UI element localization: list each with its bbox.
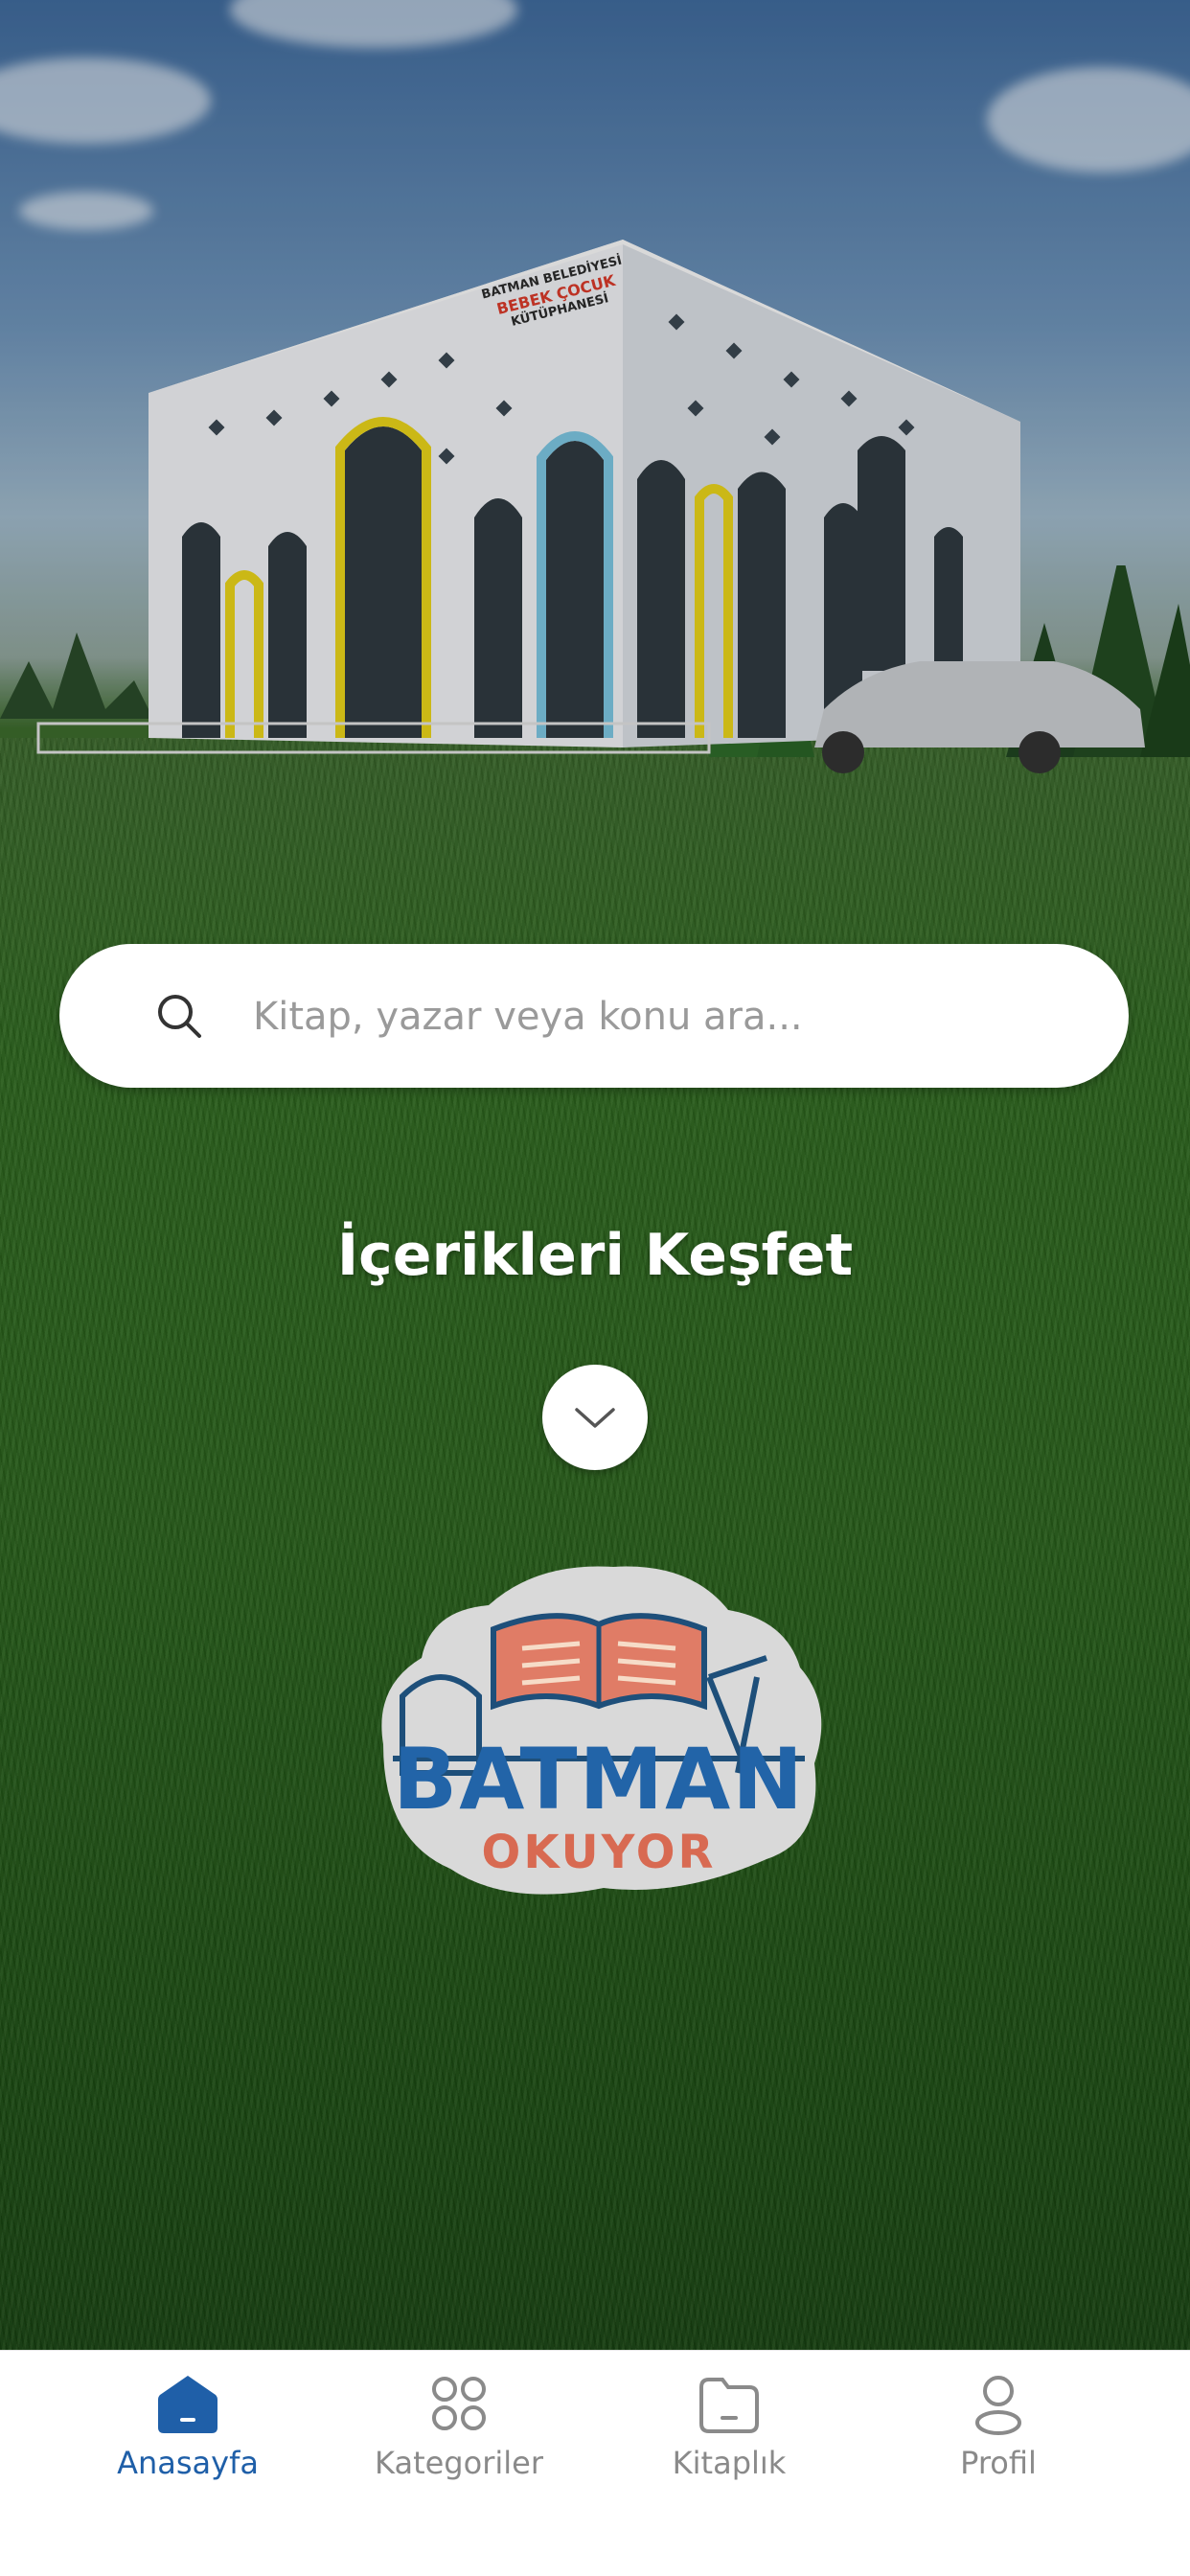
- nav-label-anasayfa: Anasayfa: [117, 2445, 259, 2481]
- nav-item-kategoriler[interactable]: Kategoriler: [334, 2351, 584, 2533]
- bottom-nav: Anasayfa Kategoriler Kitaplık Profil: [0, 2350, 1190, 2576]
- hero-background: BATMAN BELEDİYESİ BEBEK ÇOCUK KÜTÜPHANES…: [0, 0, 1190, 2350]
- nav-label-profil: Profil: [960, 2445, 1037, 2481]
- home-screen: BATMAN BELEDİYESİ BEBEK ÇOCUK KÜTÜPHANES…: [0, 0, 1190, 2576]
- nav-item-anasayfa[interactable]: Anasayfa: [63, 2351, 312, 2533]
- search-icon: [158, 995, 201, 1038]
- discover-title: İçerikleri Keşfet: [336, 1222, 854, 1289]
- batman-okuyor-logo: BATMAN OKUYOR: [364, 1552, 834, 1917]
- dark-overlay: [0, 0, 1190, 2350]
- folder-icon: [699, 2378, 759, 2433]
- home-icon: [158, 2376, 217, 2433]
- profile-icon: [975, 2376, 1021, 2435]
- nav-label-kitaplik: Kitaplık: [672, 2445, 787, 2481]
- scroll-down-button[interactable]: [542, 1365, 648, 1470]
- search-bar[interactable]: [59, 944, 1129, 1088]
- search-input[interactable]: [251, 982, 1098, 1051]
- nav-item-profil[interactable]: Profil: [874, 2351, 1123, 2533]
- chevron-down-icon: [575, 1408, 615, 1428]
- nav-item-kitaplik[interactable]: Kitaplık: [605, 2351, 854, 2533]
- logo-text-okuyor: OKUYOR: [481, 1826, 717, 1879]
- grid-icon: [432, 2377, 486, 2430]
- logo-text-batman: BATMAN: [393, 1730, 805, 1828]
- nav-label-kategoriler: Kategoriler: [375, 2445, 543, 2481]
